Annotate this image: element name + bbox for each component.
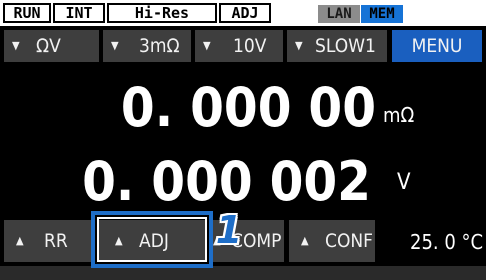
speed-label: SLOW1 bbox=[315, 35, 376, 57]
conf-button[interactable]: ▲ CONF bbox=[289, 220, 375, 262]
speed-button[interactable]: ▼ SLOW1 bbox=[287, 30, 387, 62]
menu-button[interactable]: MENU bbox=[392, 30, 482, 62]
resistance-reading: 0. 000 00 bbox=[120, 76, 376, 139]
rr-label: RR bbox=[44, 230, 68, 252]
range-function-label: ΩV bbox=[36, 35, 61, 57]
chevron-down-icon: ▼ bbox=[111, 39, 119, 52]
status-hi-res: Hi-Res bbox=[107, 3, 217, 23]
range-function-button[interactable]: ▼ ΩV bbox=[4, 30, 99, 62]
rr-button[interactable]: ▲ RR bbox=[4, 220, 92, 262]
chevron-down-icon: ▼ bbox=[295, 39, 303, 52]
mem-indicator: MEM bbox=[361, 5, 403, 23]
voltage-reading: 0. 000 002 bbox=[82, 150, 371, 213]
status-bar: RUN INT Hi-Res ADJ LAN MEM bbox=[0, 0, 486, 26]
chevron-down-icon: ▼ bbox=[203, 39, 211, 52]
status-adj: ADJ bbox=[219, 3, 271, 23]
footer-bar bbox=[0, 266, 486, 280]
callout-highlight bbox=[91, 211, 213, 268]
voltage-unit: V bbox=[397, 170, 411, 195]
resistance-unit: mΩ bbox=[383, 103, 415, 127]
callout-number: 1 bbox=[215, 208, 243, 252]
resistance-range-button[interactable]: ▼ 3mΩ bbox=[103, 30, 191, 62]
temperature-readout: 25. 0 °C bbox=[410, 230, 484, 254]
voltage-range-button[interactable]: ▼ 10V bbox=[195, 30, 283, 62]
chevron-up-icon: ▲ bbox=[16, 234, 24, 247]
chevron-up-icon: ▲ bbox=[301, 234, 309, 247]
resistance-range-label: 3mΩ bbox=[139, 35, 180, 57]
chevron-down-icon: ▼ bbox=[12, 39, 20, 52]
status-run: RUN bbox=[3, 3, 51, 23]
voltage-range-label: 10V bbox=[233, 35, 267, 57]
lan-indicator: LAN bbox=[318, 5, 360, 23]
conf-label: CONF bbox=[325, 230, 374, 252]
status-int: INT bbox=[53, 3, 105, 23]
